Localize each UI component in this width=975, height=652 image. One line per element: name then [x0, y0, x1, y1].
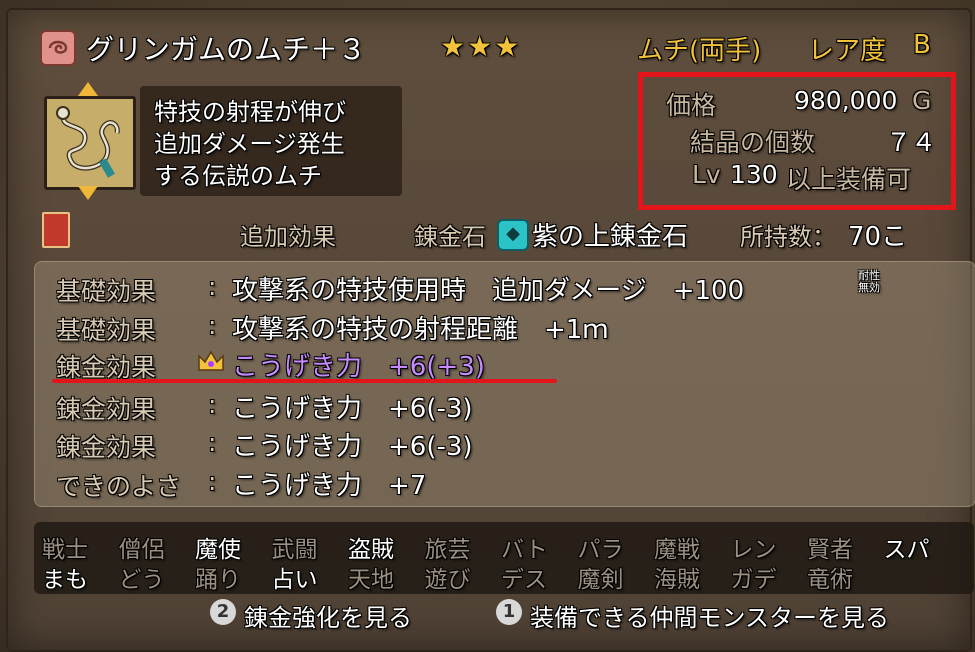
- effect-colon: :: [208, 311, 217, 340]
- job-row1-9: レン: [730, 537, 777, 563]
- owned-count-label: 所持数：: [740, 223, 836, 251]
- description-line: 追加ダメージ発生: [154, 130, 345, 158]
- item-detail-screen: グリンガムのムチ＋３ ★★★ ムチ(両手) レア度 B 特技の射程が伸び 追加ダ…: [0, 0, 975, 652]
- crystal-count-label: 結晶の個数: [690, 128, 816, 157]
- effect-text: こうげき力 +6(-3): [232, 394, 473, 424]
- job-row1-8: 魔戦: [654, 537, 700, 563]
- view-monsters-button[interactable]: 装備できる仲間モンスターを見る: [530, 598, 889, 633]
- view-enhance-button[interactable]: 錬金強化を見る: [244, 598, 412, 633]
- effect-text: こうげき力 +7: [232, 471, 427, 501]
- button-1-icon[interactable]: 1: [496, 599, 522, 625]
- item-name: グリンガムのムチ＋３: [86, 33, 367, 66]
- effect-text: 攻撃系の特技の射程距離 +1ｍ: [232, 315, 609, 345]
- alchemy-stone-name: 紫の上錬金石: [532, 222, 689, 252]
- rarity-grade: B: [913, 30, 931, 60]
- job-row2-2: 踊り: [195, 567, 241, 593]
- description-line: 特技の射程が伸び: [154, 98, 346, 126]
- book-icon[interactable]: [42, 212, 70, 248]
- crystal-count-value: ７４: [886, 128, 937, 157]
- level-suffix: 以上装備可: [786, 165, 912, 194]
- job-row2-1: どう: [118, 567, 165, 593]
- level-prefix: Lv: [692, 160, 721, 189]
- job-row1-10: 賢者: [807, 537, 853, 563]
- button-2-icon[interactable]: 2: [210, 599, 236, 625]
- job-row2-3: 占い: [271, 567, 318, 593]
- job-row1-4: 盗賊: [348, 537, 394, 563]
- job-row2-7: 魔剣: [577, 567, 624, 593]
- highlight-underline: [52, 379, 557, 383]
- job-row2-9: ガデ: [730, 567, 777, 593]
- job-row1-11: スパ: [883, 537, 930, 563]
- job-row1-5: 旅芸: [424, 537, 471, 563]
- effect-colon: :: [208, 428, 217, 457]
- extra-effect-label: 追加効果: [240, 223, 336, 251]
- description-line: する伝説のムチ: [154, 162, 322, 190]
- alchemy-stone-label: 錬金石: [414, 223, 486, 251]
- effect-text: 攻撃系の特技使用時 追加ダメージ +100: [232, 276, 745, 306]
- star-rating: ★★★: [440, 30, 522, 63]
- job-row1-2: 魔使: [195, 537, 241, 563]
- item-type: ムチ(両手): [637, 36, 762, 66]
- job-row1-7: パラ: [577, 537, 624, 563]
- prev-item-arrow-icon[interactable]: [78, 82, 98, 96]
- effect-colon: :: [208, 272, 217, 301]
- job-row2-4: 天地: [348, 567, 394, 593]
- effect-text: こうげき力 +6(-3): [232, 432, 473, 462]
- effect-label: 基礎効果: [56, 277, 157, 306]
- crown-icon: [196, 348, 226, 374]
- owned-count-value: 70こ: [848, 222, 908, 252]
- job-row1-6: バト: [501, 537, 548, 563]
- effect-label: 基礎効果: [56, 316, 157, 345]
- effect-label: 錬金効果: [56, 395, 157, 424]
- whip-category-icon: [40, 30, 76, 66]
- price-label: 価格: [666, 91, 717, 120]
- alchemy-stone-icon: ◆: [497, 219, 529, 251]
- level-value: 130: [730, 160, 778, 189]
- job-row2-5: 遊び: [424, 567, 471, 593]
- job-row1-1: 僧侶: [118, 537, 165, 563]
- job-row2-10: 竜術: [807, 567, 853, 593]
- job-row1-0: 戦士: [42, 537, 88, 563]
- effect-colon: :: [208, 467, 217, 496]
- effect-label: できのよさ: [56, 472, 182, 501]
- rarity-label: レア度: [808, 36, 887, 66]
- next-item-arrow-icon[interactable]: [78, 186, 98, 200]
- effect-colon: :: [208, 390, 217, 419]
- effect-text-highlight: こうげき力 +6(+3): [232, 352, 485, 382]
- job-row1-3: 武闘: [271, 537, 318, 563]
- effect-label: 錬金効果: [56, 433, 157, 462]
- job-row2-6: デス: [501, 567, 547, 593]
- price-value: 980,000: [794, 86, 898, 115]
- whip-item-icon: [44, 96, 136, 190]
- job-row2-0: まも: [42, 567, 88, 593]
- effect-suffix: 耐性無効: [858, 269, 880, 294]
- price-unit: G: [912, 86, 932, 115]
- job-row2-8: 海賊: [654, 567, 700, 593]
